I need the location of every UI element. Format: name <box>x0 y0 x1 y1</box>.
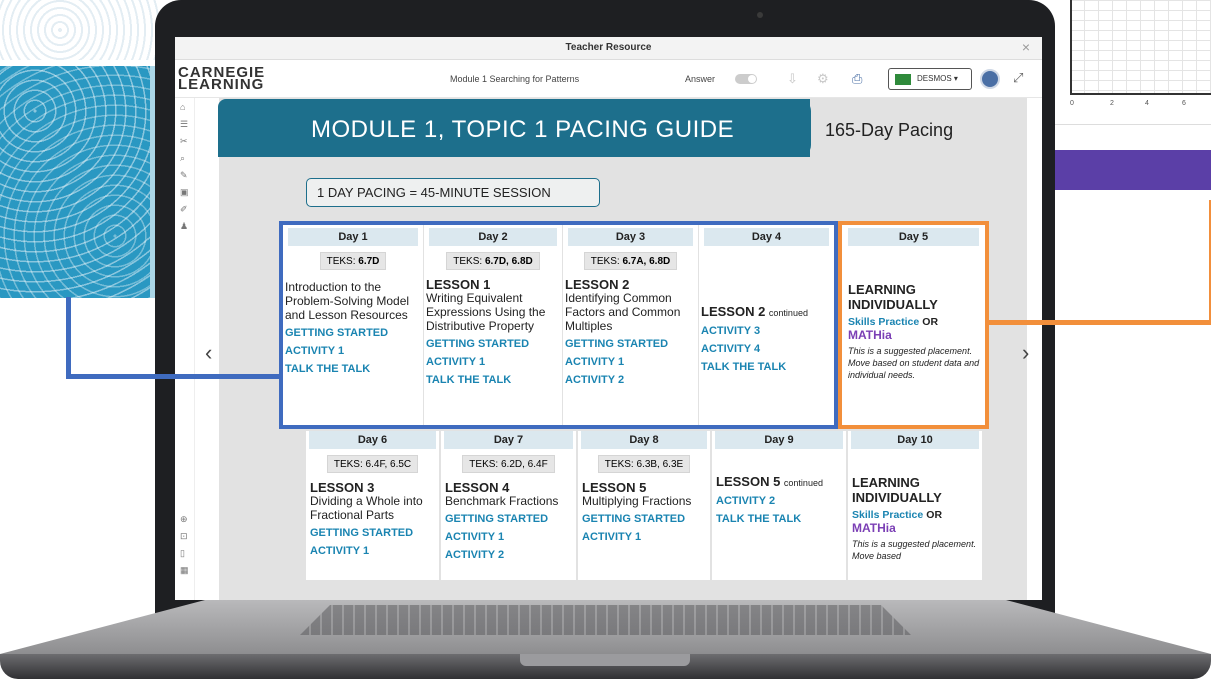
day-card: Day 9 LESSON 5 continued ACTIVITY 2 TALK… <box>712 431 846 580</box>
day-header: Day 7 <box>444 431 573 449</box>
answer-toggle[interactable] <box>735 74 757 84</box>
orange-connector <box>989 320 1211 325</box>
close-icon[interactable]: × <box>1022 39 1030 55</box>
mathia-link[interactable]: MATHia <box>852 522 982 535</box>
user-icon[interactable]: ♟ <box>180 221 188 232</box>
teks-badge: TEKS: 6.2D, 6.4F <box>462 455 555 473</box>
download-icon[interactable]: ⇩ <box>787 71 798 87</box>
edit-icon[interactable]: ✎ <box>180 170 188 181</box>
lesson-title: Benchmark Fractions <box>445 494 559 508</box>
background-blue-pattern <box>0 66 150 298</box>
copy-icon[interactable]: ▣ <box>180 187 189 198</box>
zoom-icon[interactable]: ⊕ <box>180 514 188 525</box>
weekly-lessons-highlight <box>279 221 838 429</box>
home-icon[interactable]: ⌂ <box>180 102 185 112</box>
pen-icon[interactable]: ✐ <box>180 204 188 215</box>
tools-icon[interactable]: ✂ <box>180 136 188 147</box>
desmos-button[interactable]: DESMOS ▾ <box>888 68 972 90</box>
toolbar: CARNEGIE LEARNING Module 1 Searching for… <box>175 60 1042 98</box>
activity-link[interactable]: ACTIVITY 1 <box>445 531 576 544</box>
user-avatar-icon[interactable] <box>980 69 1000 89</box>
laptop-base <box>0 600 1211 679</box>
graph-tick: 0 <box>1070 100 1074 107</box>
left-toolbar: ⌂ ☰ ✂ ⌕ ✎ ▣ ✐ ♟ ⊕ ⊡ ▯ ▦ <box>175 98 195 600</box>
pacing-guide-title: MODULE 1, TOPIC 1 PACING GUIDE <box>218 99 810 157</box>
window-title: Teacher Resource <box>565 42 652 53</box>
lesson-label: LESSON 4 <box>445 480 510 495</box>
activity-link[interactable]: ACTIVITY 2 <box>445 549 576 562</box>
answer-label: Answer <box>685 74 716 84</box>
activity-link[interactable]: GETTING STARTED <box>310 527 439 540</box>
graph-tick: 4 <box>1145 100 1149 107</box>
blue-connector <box>66 374 280 379</box>
activity-link[interactable]: GETTING STARTED <box>445 513 576 526</box>
teks-badge: TEKS: 6.4F, 6.5C <box>326 455 419 473</box>
pacing-note: 1 DAY PACING = 45-MINUTE SESSION <box>306 178 600 207</box>
day-card: Day 6 TEKS: 6.4F, 6.5C LESSON 3 Dividing… <box>306 431 439 580</box>
day-card: Day 8 TEKS: 6.3B, 6.3E LESSON 5 Multiply… <box>578 431 710 580</box>
next-page-arrow[interactable]: › <box>1022 340 1029 366</box>
lesson-label: LESSON 3 <box>310 480 375 495</box>
graph-tick: 6 <box>1182 100 1186 107</box>
day-header: Day 10 <box>851 431 979 449</box>
placement-note: This is a suggested placement. Move base… <box>852 539 977 561</box>
day-header: Day 9 <box>715 431 843 449</box>
activity-link[interactable]: ACTIVITY 1 <box>310 545 439 558</box>
grid-icon[interactable]: ▦ <box>180 565 189 576</box>
skills-practice-link[interactable]: Skills Practice <box>852 509 923 521</box>
lesson-label: LESSON 5 <box>582 480 647 495</box>
lesson-label: LEARNING INDIVIDUALLY <box>852 475 942 505</box>
lesson-label: LESSON 5 <box>716 474 781 489</box>
day-header: Day 8 <box>581 431 707 449</box>
activity-link[interactable]: ACTIVITY 2 <box>716 495 846 508</box>
lesson-title: Dividing a Whole into Fractional Parts <box>310 494 423 522</box>
or-label: OR <box>926 509 943 521</box>
list-icon[interactable]: ☰ <box>180 119 188 130</box>
day-pacing-label: 165-Day Pacing <box>825 120 954 140</box>
graph-tick: 2 <box>1110 100 1114 107</box>
day-card: Day 10 LEARNING INDIVIDUALLY Skills Prac… <box>848 431 982 580</box>
banner-tail <box>790 99 811 157</box>
day-header: Day 6 <box>309 431 436 449</box>
logo-line2: LEARNING <box>178 76 265 93</box>
teks-badge: TEKS: 6.3B, 6.3E <box>597 455 691 473</box>
window-titlebar: Teacher Resource × <box>175 37 1042 60</box>
day-card: Day 7 TEKS: 6.2D, 6.4F LESSON 4 Benchmar… <box>441 431 576 580</box>
continued-label: continued <box>783 478 823 488</box>
lesson-title: Multiplying Fractions <box>582 494 692 508</box>
keyboard <box>300 605 911 635</box>
camera-icon <box>757 12 763 18</box>
learning-individually-highlight <box>838 221 989 429</box>
expand-icon[interactable]: ⤢ <box>1013 70 1023 86</box>
blue-connector-vertical <box>66 297 71 379</box>
print-icon[interactable]: ⎙ <box>852 71 862 87</box>
background-pattern <box>0 0 160 60</box>
activity-link[interactable]: ACTIVITY 1 <box>582 531 710 544</box>
activity-link[interactable]: GETTING STARTED <box>582 513 710 526</box>
page-icon[interactable]: ▯ <box>180 548 185 559</box>
activity-link[interactable]: TALK THE TALK <box>716 513 846 526</box>
search-icon[interactable]: ⌕ <box>180 153 185 164</box>
fit-icon[interactable]: ⊡ <box>180 531 188 542</box>
prev-page-arrow[interactable]: ‹ <box>205 340 212 366</box>
carnegie-learning-logo: CARNEGIE LEARNING <box>178 65 265 93</box>
settings-icon[interactable]: ⚙ <box>817 71 829 87</box>
module-title: Module 1 Searching for Patterns <box>450 74 580 84</box>
